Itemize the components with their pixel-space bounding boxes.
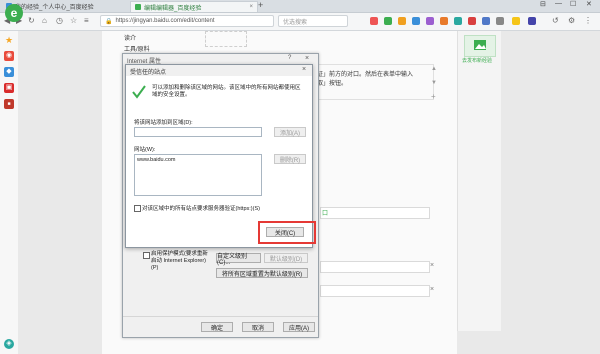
extension-icon[interactable] <box>482 17 490 25</box>
refresh-icon[interactable]: ↻ <box>28 16 35 25</box>
dialog-title: 受信任的站点 <box>130 70 167 76</box>
tab-label: 我的经验_个人中心_百度经验 <box>15 4 94 11</box>
new-tab-button[interactable]: + <box>258 0 263 10</box>
cancel-button[interactable]: 取消 <box>242 322 274 332</box>
home-icon[interactable]: ⌂ <box>42 16 47 25</box>
page-field[interactable] <box>320 207 430 219</box>
highlight-box <box>258 221 316 244</box>
tab-label: 编辑编辑器_百度经验 <box>144 5 202 12</box>
tab-editor[interactable]: 编辑编辑器_百度经验 × <box>130 1 258 12</box>
protected-mode-label: 启用保护模式(要求重新启动 Internet Explorer)(P) <box>151 251 208 271</box>
app-icon[interactable]: ◆ <box>4 67 14 77</box>
default-level-button[interactable]: 默认级别(D) <box>264 253 308 263</box>
help-button[interactable]: ? <box>288 55 291 61</box>
extension-icon[interactable] <box>412 17 420 25</box>
extension-icon[interactable] <box>426 17 434 25</box>
extension-icon[interactable] <box>454 17 462 25</box>
address-bar[interactable]: 🔒 https://jingyan.baidu.com/edit/content <box>100 15 274 27</box>
url-text: https://jingyan.baidu.com/edit/content <box>115 18 215 24</box>
extension-icon[interactable] <box>512 17 520 25</box>
field-tag: 口 <box>322 211 329 217</box>
close-dialog-button[interactable]: × <box>305 55 309 62</box>
description-text: 可以添加和删除该区域的网站。该区域中的所有网站都使用区域的安全设置。 <box>152 85 301 98</box>
remove-button[interactable]: 删除(R) <box>274 154 306 164</box>
menu-icon[interactable]: ≡ <box>84 16 89 25</box>
favorites-icon[interactable]: ☆ <box>70 16 77 25</box>
page-field[interactable] <box>320 285 430 297</box>
search-placeholder: 优选搜索 <box>283 19 308 26</box>
remove-icon[interactable]: × <box>430 286 434 293</box>
close-tab-icon[interactable]: × <box>249 4 253 10</box>
sites-list[interactable]: www.baidu.com <box>134 154 262 196</box>
menu-item-intro[interactable]: 读介 <box>124 33 136 42</box>
browser-sidebar: ★ ◉ ◆ ▣ ■ ◈ <box>0 31 19 354</box>
maximize-button[interactable]: ☐ <box>570 0 576 8</box>
app-icon[interactable]: ■ <box>4 99 14 109</box>
app-icon[interactable]: ◉ <box>4 51 14 61</box>
list-item[interactable]: www.baidu.com <box>137 157 176 163</box>
checkmark-icon <box>132 85 146 99</box>
navigation-bar: ◀ ▶ ↻ ⌂ ◷ ☆ ≡ 🔒 https://jingyan.baidu.co… <box>0 13 600 31</box>
menu-item-tools[interactable]: 工具/原料 <box>124 44 150 53</box>
extension-icon[interactable] <box>398 17 406 25</box>
search-input[interactable]: 优选搜索 <box>278 15 348 27</box>
more-icon[interactable]: ⋮ <box>584 16 592 25</box>
https-checkbox[interactable] <box>134 205 141 212</box>
undo-icon[interactable]: ↺ <box>552 16 559 25</box>
svg-text:e: e <box>11 6 18 20</box>
extension-icon[interactable] <box>370 17 378 25</box>
sites-label: 网站(W): <box>134 147 156 153</box>
star-icon[interactable]: ★ <box>4 35 14 45</box>
browser-logo: e <box>4 1 24 25</box>
lock-icon: 🔒 <box>105 18 113 25</box>
assistant-icon[interactable]: ◈ <box>4 339 14 349</box>
custom-level-button[interactable]: 自定义级别(C)... <box>216 253 261 266</box>
settings-icon[interactable]: ⚙ <box>568 16 575 25</box>
close-dialog-button[interactable]: × <box>302 66 306 73</box>
right-panel: 去发布新经验 <box>457 31 501 331</box>
apply-button[interactable]: 应用(A) <box>283 322 315 332</box>
https-label: 对该区域中的所有站点要求服务器验证(https:)(S) <box>142 206 260 212</box>
page-field[interactable] <box>320 261 430 273</box>
add-site-label: 将该网站添加到区域(D): <box>134 120 193 126</box>
history-icon[interactable]: ◷ <box>56 16 63 25</box>
browser-tab-bar: 我的经验_个人中心_百度经验 编辑编辑器_百度经验 × + ⊟ — ☐ ✕ <box>0 0 600 13</box>
add-site-input[interactable] <box>134 127 262 137</box>
add-step-icon[interactable]: + <box>431 92 436 101</box>
publish-image-icon[interactable] <box>464 35 496 57</box>
extension-icon[interactable] <box>528 17 536 25</box>
extension-icon[interactable] <box>496 17 504 25</box>
reset-all-zones-button[interactable]: 将所有区域重置为默认级别(R) <box>216 268 308 278</box>
protected-mode-checkbox[interactable] <box>143 252 150 259</box>
move-down-icon[interactable]: ▼ <box>431 80 437 86</box>
ok-button[interactable]: 确定 <box>201 322 233 332</box>
step-textarea[interactable] <box>312 64 434 100</box>
extension-icon[interactable] <box>468 17 476 25</box>
image-placeholder <box>205 31 247 47</box>
add-button[interactable]: 添加(A) <box>274 127 306 137</box>
app-icon[interactable]: ▣ <box>4 83 14 93</box>
close-window-button[interactable]: ✕ <box>586 0 592 8</box>
minimize-button[interactable]: — <box>555 0 562 7</box>
site-icon <box>135 4 141 10</box>
extension-icon[interactable] <box>440 17 448 25</box>
window-menu-button[interactable]: ⊟ <box>540 0 546 8</box>
publish-label[interactable]: 去发布新经验 <box>462 57 492 64</box>
extension-icon[interactable] <box>384 17 392 25</box>
remove-icon[interactable]: × <box>430 262 434 269</box>
move-up-icon[interactable]: ▲ <box>431 66 437 72</box>
